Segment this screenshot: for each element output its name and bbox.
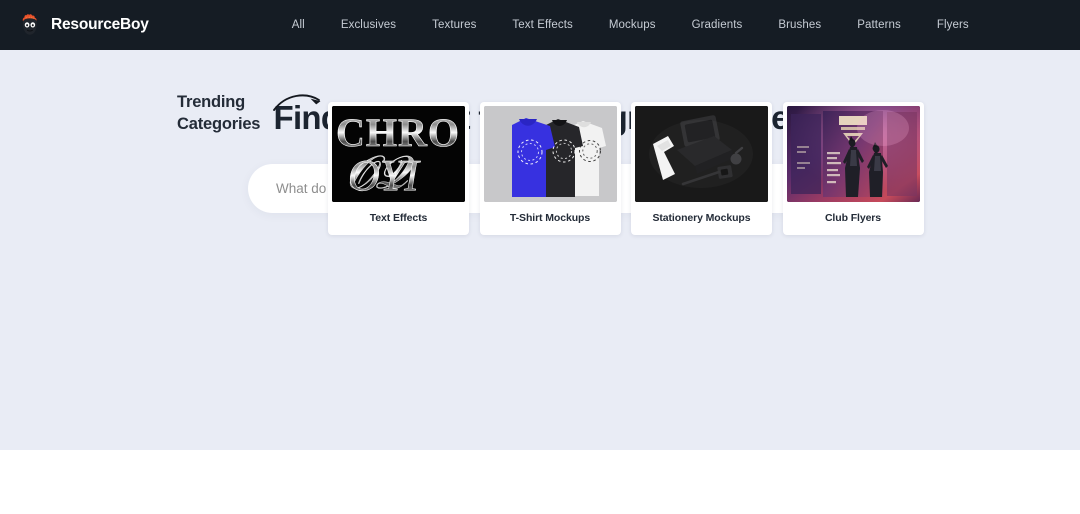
tshirt-mockup-thumbnail	[483, 106, 617, 202]
nav-item-all[interactable]: All	[274, 13, 323, 37]
nav-item-exclusives[interactable]: Exclusives	[323, 13, 414, 37]
category-card-tshirt-mockups[interactable]: T-Shirt Mockups	[479, 102, 621, 235]
category-card-label: T-Shirt Mockups	[509, 212, 591, 224]
curved-arrow-right-icon	[272, 88, 328, 125]
nav-item-patterns[interactable]: Patterns	[839, 13, 919, 37]
brand-logo[interactable]: ResourceBoy	[18, 13, 149, 37]
category-card-label: Stationery Mockups	[652, 212, 751, 224]
main-navigation: All Exclusives Textures Text Effects Moc…	[274, 13, 987, 37]
site-header: ResourceBoy All Exclusives Textures Text…	[0, 0, 1080, 50]
nav-item-flyers[interactable]: Flyers	[919, 13, 987, 37]
category-card-stationery-mockups[interactable]: Stationery Mockups	[631, 102, 772, 235]
category-card-label: Club Flyers	[824, 212, 882, 224]
trending-label-block: Trending Categories	[177, 92, 287, 136]
nav-item-brushes[interactable]: Brushes	[760, 13, 839, 37]
mascot-icon	[18, 13, 42, 37]
nav-item-mockups[interactable]: Mockups	[591, 13, 674, 37]
nav-item-textures[interactable]: Textures	[414, 13, 494, 37]
nav-item-gradients[interactable]: Gradients	[674, 13, 761, 37]
page-body-below-hero	[0, 450, 1080, 514]
club-flyer-thumbnail	[786, 106, 920, 202]
hero-section: Find the best free design resources Tren…	[0, 50, 1080, 450]
category-card-label: Text Effects	[369, 212, 428, 224]
stationery-mockup-thumbnail	[635, 106, 768, 202]
trending-label-line1: Trending	[177, 93, 246, 111]
chrome-text-effect-thumbnail: CHRO 𝒪𝒬 OYI	[332, 106, 465, 202]
svg-text:OYI: OYI	[348, 151, 421, 200]
trending-categories-list: CHRO 𝒪𝒬 OYI Text Effects T-Shirt Mockups…	[328, 102, 924, 235]
brand-name: ResourceBoy	[51, 16, 149, 33]
trending-label-line2: Categories	[177, 114, 261, 133]
category-card-text-effects[interactable]: CHRO 𝒪𝒬 OYI Text Effects	[328, 102, 469, 235]
category-card-club-flyers[interactable]: Club Flyers	[782, 102, 924, 235]
nav-item-text-effects[interactable]: Text Effects	[494, 13, 590, 37]
